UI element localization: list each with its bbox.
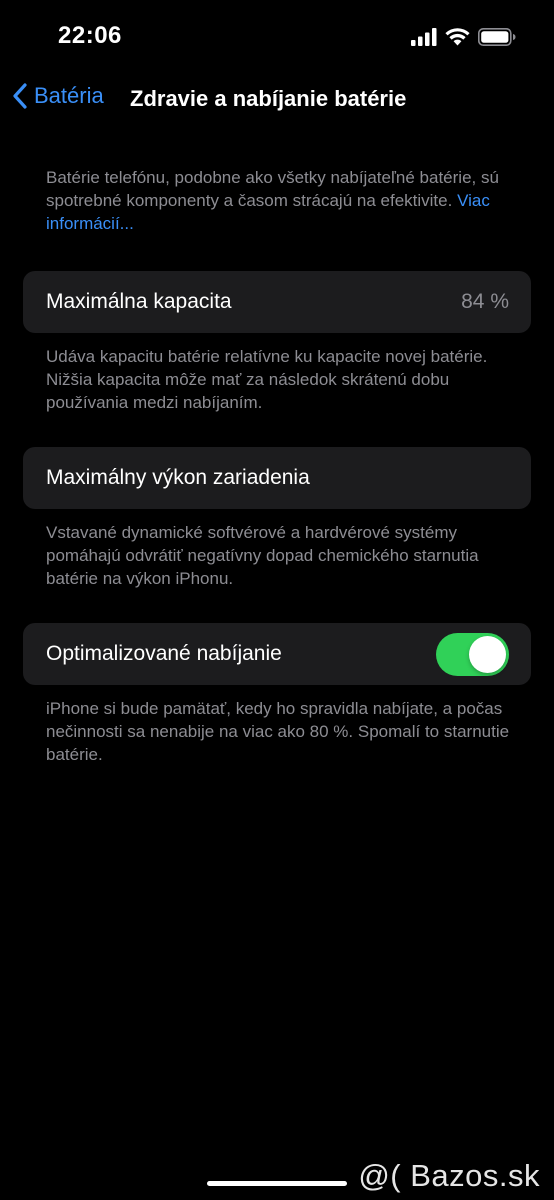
optimized-charging-description: iPhone si bude pamätať, kedy ho spravidl… — [46, 699, 510, 764]
status-icons — [411, 26, 516, 48]
max-capacity-description: Udáva kapacitu batérie relatívne ku kapa… — [46, 347, 488, 412]
status-time: 22:06 — [58, 22, 122, 49]
battery-icon — [478, 28, 516, 46]
wifi-icon — [445, 28, 470, 46]
navigation-bar: Batéria Zdravie a nabíjanie batérie — [0, 78, 554, 122]
cellular-signal-icon — [411, 28, 437, 46]
status-bar: 22:06 — [0, 0, 554, 70]
optimized-charging-toggle[interactable] — [436, 633, 509, 676]
intro-text: Batérie telefónu, podobne ako všetky nab… — [46, 166, 516, 235]
watermark-text: @( Bazos.sk — [358, 1158, 540, 1193]
optimized-charging-row: Optimalizované nabíjanie — [23, 623, 531, 685]
intro-description: Batérie telefónu, podobne ako všetky nab… — [46, 168, 499, 210]
optimized-charging-label: Optimalizované nabíjanie — [46, 642, 282, 665]
toggle-knob — [469, 636, 506, 673]
home-indicator[interactable] — [207, 1181, 347, 1186]
peak-performance-row: Maximálny výkon zariadenia — [23, 447, 531, 509]
peak-performance-label: Maximálny výkon zariadenia — [46, 466, 310, 489]
max-capacity-row: Maximálna kapacita 84 % — [23, 271, 531, 333]
max-capacity-label: Maximálna kapacita — [46, 290, 232, 313]
max-capacity-value: 84 % — [461, 290, 509, 313]
back-button-label: Batéria — [34, 83, 104, 108]
back-button[interactable]: Batéria — [12, 82, 104, 110]
page-title: Zdravie a nabíjanie batérie — [130, 86, 407, 111]
chevron-left-icon — [13, 83, 27, 109]
peak-performance-description: Vstavané dynamické softvérové a hardvéro… — [46, 523, 479, 588]
